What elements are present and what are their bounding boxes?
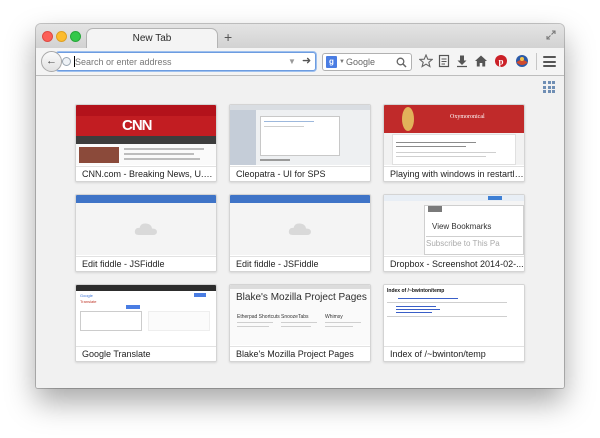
cloud-icon (288, 223, 311, 235)
tile-title: Index of /~bwinton/temp (384, 346, 524, 361)
svg-text:p: p (498, 57, 503, 67)
tile-title: CNN.com - Breaking News, U.S., ... (76, 166, 216, 181)
cloud-icon (134, 223, 157, 235)
search-icon[interactable] (396, 57, 407, 68)
google-engine-icon[interactable]: g (326, 56, 337, 68)
new-tab-button[interactable]: + (224, 29, 232, 45)
engine-dropdown-icon[interactable]: ▼ (339, 56, 345, 68)
identity-globe-icon[interactable] (62, 57, 71, 66)
dropbox-submenu-item: Subscribe to This Pa (426, 239, 500, 248)
tile-thumbnail (230, 105, 370, 165)
search-bar[interactable]: g ▼ (322, 53, 412, 71)
reading-list-icon[interactable] (437, 54, 451, 68)
tile-jsfiddle-1[interactable]: Edit fiddle - JSFiddle (75, 194, 217, 272)
blog-title: Oxymoronical (450, 114, 485, 120)
tile-cnn[interactable]: CNN CNN.com - Breaking News, U.S., ... (75, 104, 217, 182)
tile-google-translate[interactable]: Google Translate Google Translate (75, 284, 217, 362)
blake-heading: Blake's Mozilla Project Pages (236, 292, 367, 303)
sync-avatar-icon[interactable] (515, 54, 529, 68)
cnn-logo: CNN (122, 117, 152, 134)
tile-thumbnail: Oxymoronical (384, 105, 524, 165)
tile-jsfiddle-2[interactable]: Edit fiddle - JSFiddle (229, 194, 371, 272)
tab-title: New Tab (132, 33, 172, 44)
search-input[interactable] (346, 55, 396, 69)
blake-col-3: Whimsy (325, 314, 343, 320)
tile-title: Edit fiddle - JSFiddle (230, 256, 370, 271)
tile-thumbnail: CNN (76, 105, 216, 165)
pinterest-icon[interactable]: p (494, 54, 508, 68)
tile-index[interactable]: Index of /~bwinton/temp Index of /~bwint… (383, 284, 525, 362)
tile-cleopatra[interactable]: Cleopatra - UI for SPS (229, 104, 371, 182)
browser-window: New Tab + ▼ ➜ ← g ▼ (36, 24, 564, 388)
tile-title: Playing with windows in restartles... (384, 166, 524, 181)
tile-title: Cleopatra - UI for SPS (230, 166, 370, 181)
back-button[interactable]: ← (41, 51, 62, 72)
tile-title: Dropbox - Screenshot 2014-02-... (384, 256, 524, 271)
go-arrow-icon[interactable]: ➜ (302, 54, 311, 69)
fullscreen-icon[interactable] (546, 30, 556, 40)
blake-col-1: Etherpad Shortcuts (237, 314, 280, 320)
tile-title: Blake's Mozilla Project Pages (230, 346, 370, 361)
url-input[interactable] (75, 54, 275, 69)
blake-col-2: SnoozeTabs (281, 314, 309, 320)
tile-thumbnail (76, 195, 216, 255)
tile-blog[interactable]: Oxymoronical Playing with windows in res… (383, 104, 525, 182)
google-logo: Google (80, 293, 93, 298)
navigation-toolbar: ▼ ➜ ← g ▼ (36, 48, 564, 76)
tile-thumbnail (230, 195, 370, 255)
tile-title: Edit fiddle - JSFiddle (76, 256, 216, 271)
tile-thumbnail: View Bookmarks Subscribe to This Pa (384, 195, 524, 255)
tab-new-tab[interactable]: New Tab (86, 28, 218, 49)
index-heading: Index of /~bwinton/temp (387, 288, 445, 294)
tile-blake[interactable]: Blake's Mozilla Project Pages Etherpad S… (229, 284, 371, 362)
tile-title: Google Translate (76, 346, 216, 361)
maximize-window-button[interactable] (70, 31, 81, 42)
close-window-button[interactable] (42, 31, 53, 42)
home-icon[interactable] (474, 54, 488, 68)
menu-icon[interactable] (543, 56, 556, 67)
tile-dropbox[interactable]: View Bookmarks Subscribe to This Pa Drop… (383, 194, 525, 272)
tile-thumbnail: Blake's Mozilla Project Pages Etherpad S… (230, 285, 370, 345)
new-tab-page: CNN CNN.com - Breaking News, U.S., ... C… (36, 76, 564, 388)
star-icon[interactable] (419, 54, 433, 68)
history-dropmarker-icon[interactable]: ▼ (288, 55, 296, 69)
dropbox-menu-item: View Bookmarks (432, 222, 492, 231)
downloads-icon[interactable] (455, 54, 469, 68)
toolbar-divider (536, 53, 537, 70)
translate-label: Translate (80, 299, 97, 304)
minimize-window-button[interactable] (56, 31, 67, 42)
back-arrow-icon: ← (46, 55, 57, 67)
title-bar: New Tab + (36, 24, 564, 49)
tile-thumbnail: Index of /~bwinton/temp (384, 285, 524, 345)
grid-toggle-icon[interactable] (543, 81, 555, 93)
tile-thumbnail: Google Translate (76, 285, 216, 345)
url-bar[interactable]: ▼ ➜ (56, 52, 316, 71)
